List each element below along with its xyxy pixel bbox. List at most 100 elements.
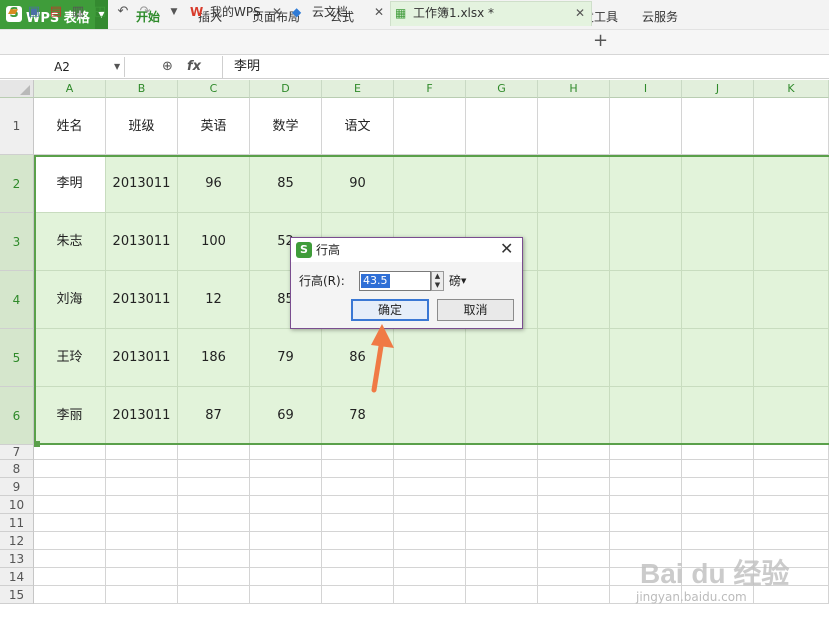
cell-d7[interactable] [250,445,322,460]
cell-k3[interactable] [754,213,829,271]
cell-h12[interactable] [538,532,610,550]
cell-f12[interactable] [394,532,466,550]
cell-b7[interactable] [106,445,178,460]
cell-b13[interactable] [106,550,178,568]
cell-k2[interactable] [754,155,829,213]
row-header-6[interactable]: 6 [0,387,34,445]
cell-b10[interactable] [106,496,178,514]
cell-j1[interactable] [682,98,754,155]
cell-e11[interactable] [322,514,394,532]
cell-j11[interactable] [682,514,754,532]
cell-h7[interactable] [538,445,610,460]
cell-f10[interactable] [394,496,466,514]
cell-b15[interactable] [106,586,178,604]
cell-h10[interactable] [538,496,610,514]
cell-h1[interactable] [538,98,610,155]
cell-c8[interactable] [178,460,250,478]
open-folder-icon[interactable]: ▰ [5,4,21,20]
row-header-3[interactable]: 3 [0,213,34,271]
cell-a11[interactable] [34,514,106,532]
cell-h14[interactable] [538,568,610,586]
cell-g9[interactable] [466,478,538,496]
cell-i7[interactable] [610,445,682,460]
cell-d10[interactable] [250,496,322,514]
row-height-value[interactable]: 43.5 [361,274,390,288]
cell-g6[interactable] [466,387,538,445]
row-header-1[interactable]: 1 [0,98,34,155]
cell-h9[interactable] [538,478,610,496]
cell-d9[interactable] [250,478,322,496]
cell-f2[interactable] [394,155,466,213]
cell-j12[interactable] [682,532,754,550]
cell-a15[interactable] [34,586,106,604]
cell-a3[interactable]: 朱志 [34,213,106,271]
formula-input[interactable]: 李明 [234,57,260,77]
cell-h8[interactable] [538,460,610,478]
cell-c9[interactable] [178,478,250,496]
cell-i6[interactable] [610,387,682,445]
cell-d5[interactable]: 79 [250,329,322,387]
close-icon[interactable]: ✕ [500,240,513,258]
cell-i10[interactable] [610,496,682,514]
cell-g15[interactable] [466,586,538,604]
cell-k1[interactable] [754,98,829,155]
cell-a4[interactable]: 刘海 [34,271,106,329]
row-header-2[interactable]: 2 [0,155,34,213]
cell-g12[interactable] [466,532,538,550]
cell-k6[interactable] [754,387,829,445]
cell-b1[interactable]: 班级 [106,98,178,155]
cell-c12[interactable] [178,532,250,550]
cell-b14[interactable] [106,568,178,586]
cell-d1[interactable]: 数学 [250,98,322,155]
redo-icon[interactable]: ↷ [137,4,153,20]
cell-c1[interactable]: 英语 [178,98,250,155]
print-preview-icon[interactable]: ◰ [92,4,108,20]
cell-f9[interactable] [394,478,466,496]
row-header-7[interactable]: 7 [0,445,34,460]
cell-f14[interactable] [394,568,466,586]
cell-g2[interactable] [466,155,538,213]
cell-j9[interactable] [682,478,754,496]
cell-g7[interactable] [466,445,538,460]
cell-i12[interactable] [610,532,682,550]
cell-h6[interactable] [538,387,610,445]
cell-d6[interactable]: 69 [250,387,322,445]
cell-i4[interactable] [610,271,682,329]
cell-f11[interactable] [394,514,466,532]
undo-icon[interactable]: ↶ [115,4,131,20]
cell-e13[interactable] [322,550,394,568]
cell-c7[interactable] [178,445,250,460]
cell-h2[interactable] [538,155,610,213]
cell-h3[interactable] [538,213,610,271]
cell-i8[interactable] [610,460,682,478]
unit-select[interactable]: 磅 [449,273,461,289]
cell-d11[interactable] [250,514,322,532]
row-header-10[interactable]: 10 [0,496,34,514]
cell-c5[interactable]: 186 [178,329,250,387]
cell-a14[interactable] [34,568,106,586]
cell-a2[interactable]: 李明 [34,155,106,213]
column-header-a[interactable]: A [34,80,106,98]
row-header-13[interactable]: 13 [0,550,34,568]
cell-i1[interactable] [610,98,682,155]
row-header-11[interactable]: 11 [0,514,34,532]
cell-e2[interactable]: 90 [322,155,394,213]
cell-g13[interactable] [466,550,538,568]
close-icon[interactable]: ✕ [374,1,384,23]
cell-e8[interactable] [322,460,394,478]
cell-c15[interactable] [178,586,250,604]
close-icon[interactable]: ✕ [575,2,585,24]
cell-e9[interactable] [322,478,394,496]
cell-f15[interactable] [394,586,466,604]
cell-g10[interactable] [466,496,538,514]
cell-c11[interactable] [178,514,250,532]
cell-j4[interactable] [682,271,754,329]
cell-c6[interactable]: 87 [178,387,250,445]
fill-handle[interactable] [34,441,40,447]
cell-k9[interactable] [754,478,829,496]
row-header-15[interactable]: 15 [0,586,34,604]
cell-b4[interactable]: 2013011 [106,271,178,329]
row-header-14[interactable]: 14 [0,568,34,586]
spinner-arrows-icon[interactable]: ▲ ▼ [431,271,444,291]
cell-f7[interactable] [394,445,466,460]
